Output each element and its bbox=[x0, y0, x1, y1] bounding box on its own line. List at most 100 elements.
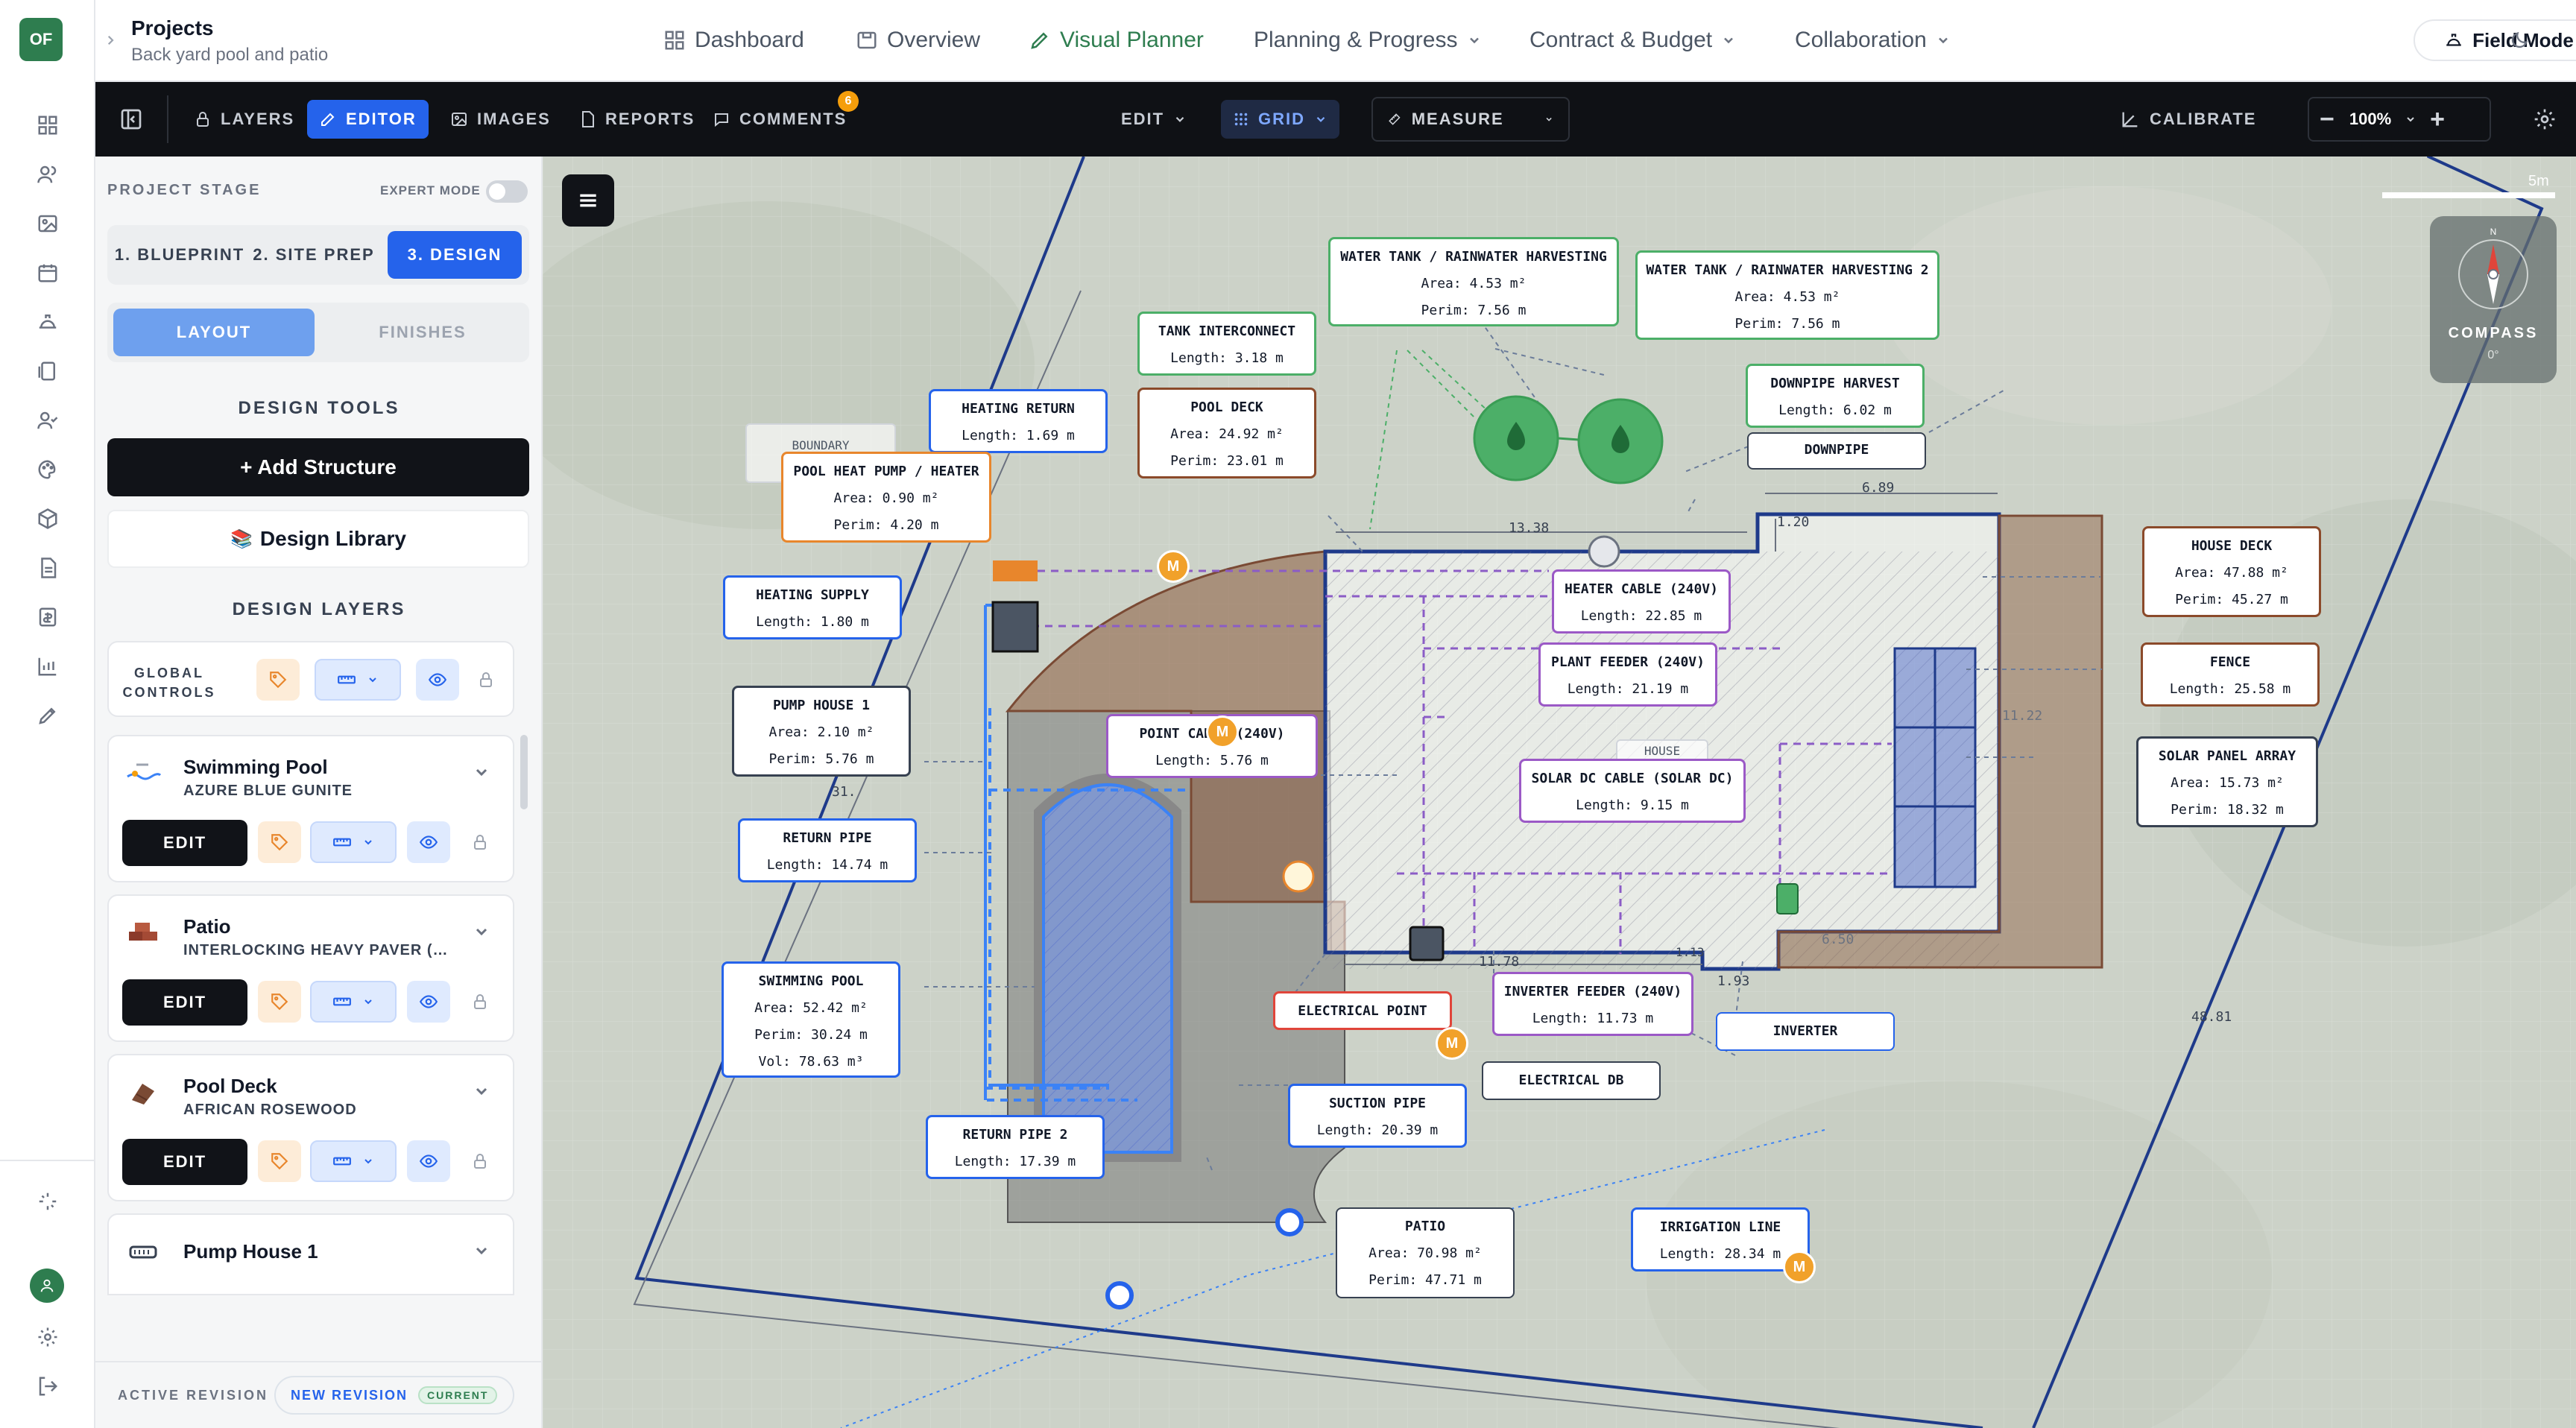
measurement-toggle[interactable] bbox=[310, 1140, 397, 1182]
tag-icon[interactable] bbox=[256, 659, 300, 701]
label-heating-supply[interactable]: HEATING SUPPLY Length: 1.80 m bbox=[723, 575, 902, 639]
invoice-icon[interactable] bbox=[33, 602, 63, 632]
lock-icon[interactable] bbox=[470, 659, 502, 701]
user-check-icon[interactable] bbox=[33, 405, 63, 435]
calendar-icon[interactable] bbox=[33, 258, 63, 288]
label-downpipe[interactable]: DOWNPIPE bbox=[1747, 432, 1926, 470]
label-swimming-pool[interactable]: SWIMMING POOL Area: 52.42 m² Perim: 30.24 … bbox=[722, 961, 900, 1078]
label-inverter[interactable]: INVERTER bbox=[1716, 1012, 1895, 1051]
chevron-down-icon[interactable] bbox=[473, 763, 490, 781]
nav-visual-planner[interactable]: Visual Planner bbox=[1029, 24, 1204, 57]
documents-icon[interactable] bbox=[33, 356, 63, 386]
label-return-pipe[interactable]: RETURN PIPE Length: 14.74 m bbox=[738, 818, 917, 882]
nav-collaboration[interactable]: Collaboration bbox=[1795, 24, 1951, 57]
chevron-down-icon[interactable] bbox=[473, 1242, 490, 1260]
calibrate-button[interactable]: CALIBRATE bbox=[2108, 100, 2268, 139]
layer-card-patio[interactable]: Patio INTERLOCKING HEAVY PAVER (6... EDI… bbox=[107, 894, 514, 1042]
nav-overview[interactable]: Overview bbox=[856, 24, 980, 57]
layer-card-pump-house[interactable]: Pump House 1 bbox=[107, 1213, 514, 1295]
stage-design[interactable]: 3. DESIGN bbox=[388, 231, 522, 279]
compass-widget[interactable]: N COMPASS 0° bbox=[2430, 216, 2557, 383]
avatar[interactable] bbox=[30, 1269, 64, 1303]
tag-icon[interactable] bbox=[258, 821, 301, 863]
chevron-right-icon[interactable] bbox=[95, 25, 125, 55]
measure-tool[interactable]: MEASURE bbox=[1371, 97, 1570, 142]
zoom-in-icon[interactable]: + bbox=[2430, 105, 2446, 134]
label-suction-pipe[interactable]: SUCTION PIPE Length: 20.39 m bbox=[1288, 1084, 1467, 1148]
zoom-level[interactable]: 100% bbox=[2349, 110, 2391, 129]
moon-icon[interactable] bbox=[2504, 25, 2534, 55]
measurement-toggle[interactable] bbox=[310, 821, 397, 863]
label-patio[interactable]: PATIO Area: 70.98 m² Perim: 47.71 m bbox=[1336, 1207, 1515, 1298]
marker-m[interactable]: M bbox=[1783, 1251, 1816, 1283]
design-icon[interactable] bbox=[33, 701, 63, 730]
chevron-down-icon[interactable] bbox=[473, 923, 490, 941]
file-icon[interactable] bbox=[33, 553, 63, 583]
tab-layout[interactable]: LAYOUT bbox=[113, 309, 315, 356]
nav-planning-progress[interactable]: Planning & Progress bbox=[1254, 24, 1482, 57]
measurement-toggle[interactable] bbox=[310, 981, 397, 1023]
tab-finishes[interactable]: FINISHES bbox=[322, 309, 523, 356]
expert-mode-toggle[interactable] bbox=[486, 180, 528, 203]
label-inverter-feeder[interactable]: INVERTER FEEDER (240V) Length: 11.73 m bbox=[1492, 972, 1693, 1036]
edit-menu[interactable]: EDIT bbox=[1109, 100, 1199, 139]
app-logo[interactable]: OF bbox=[19, 18, 63, 61]
zoom-out-icon[interactable]: − bbox=[2320, 105, 2336, 134]
settings-icon[interactable] bbox=[2528, 103, 2561, 136]
layer-card-swimming-pool[interactable]: Swimming Pool AZURE BLUE GUNITE EDIT bbox=[107, 735, 514, 882]
stage-site-prep[interactable]: 2. SITE PREP bbox=[247, 231, 380, 279]
chevron-down-icon[interactable] bbox=[473, 1082, 490, 1100]
lock-icon[interactable] bbox=[464, 981, 496, 1023]
layers-scrollbar[interactable] bbox=[520, 735, 528, 809]
design-library-button[interactable]: 📚 Design Library bbox=[107, 510, 529, 568]
settings-icon[interactable] bbox=[33, 1322, 63, 1352]
edit-button[interactable]: EDIT bbox=[122, 979, 247, 1026]
palette-icon[interactable] bbox=[33, 455, 63, 484]
label-pump-house[interactable]: PUMP HOUSE 1 Area: 2.10 m² Perim: 5.76 m bbox=[732, 686, 911, 777]
box-icon[interactable] bbox=[33, 504, 63, 534]
eye-icon[interactable] bbox=[407, 821, 450, 863]
tab-comments[interactable]: COMMENTS bbox=[701, 100, 859, 139]
label-fence[interactable]: FENCE Length: 25.58 m bbox=[2141, 642, 2320, 707]
label-tank-interconnect[interactable]: TANK INTERCONNECT Length: 3.18 m bbox=[1137, 312, 1316, 376]
eye-icon[interactable] bbox=[416, 659, 459, 701]
nav-dashboard[interactable]: Dashboard bbox=[663, 24, 804, 57]
label-downpipe-harvest[interactable]: DOWNPIPE HARVEST Length: 6.02 m bbox=[1746, 364, 1925, 428]
label-pool-heat-pump[interactable]: POOL HEAT PUMP / HEATER Area: 0.90 m² Peri… bbox=[781, 452, 991, 543]
label-pool-deck[interactable]: POOL DECK Area: 24.92 m² Perim: 23.01 m bbox=[1137, 388, 1316, 478]
tab-reports[interactable]: REPORTS bbox=[566, 100, 707, 139]
chart-icon[interactable] bbox=[33, 651, 63, 681]
eye-icon[interactable] bbox=[407, 981, 450, 1023]
label-water-tank-1[interactable]: WATER TANK / RAINWATER HARVESTING Area: 4… bbox=[1328, 237, 1619, 326]
measurement-toggle[interactable] bbox=[315, 659, 401, 701]
tag-icon[interactable] bbox=[258, 1140, 301, 1182]
lock-icon[interactable] bbox=[464, 821, 496, 863]
layers-menu-button[interactable] bbox=[562, 174, 614, 227]
revision-pill[interactable]: NEW REVISION CURRENT bbox=[274, 1376, 514, 1415]
layer-card-pool-deck[interactable]: Pool Deck AFRICAN ROSEWOOD EDIT bbox=[107, 1054, 514, 1201]
logout-icon[interactable] bbox=[33, 1371, 63, 1401]
marker-m[interactable]: M bbox=[1157, 550, 1190, 583]
tab-editor[interactable]: EDITOR bbox=[307, 100, 429, 139]
tab-layers[interactable]: LAYERS bbox=[182, 100, 306, 139]
edit-button[interactable]: EDIT bbox=[122, 820, 247, 866]
label-electrical-db[interactable]: ELECTRICAL DB bbox=[1482, 1061, 1661, 1100]
edit-button[interactable]: EDIT bbox=[122, 1139, 247, 1185]
tab-images[interactable]: IMAGES bbox=[438, 100, 563, 139]
label-house-deck[interactable]: HOUSE DECK Area: 47.88 m² Perim: 45.27 m bbox=[2142, 526, 2321, 617]
marker-m[interactable]: M bbox=[1436, 1027, 1468, 1060]
label-return-pipe-2[interactable]: RETURN PIPE 2 Length: 17.39 m bbox=[926, 1115, 1105, 1179]
label-heating-return[interactable]: HEATING RETURN Length: 1.69 m bbox=[929, 389, 1108, 453]
stage-blueprint[interactable]: 1. BLUEPRINT bbox=[113, 231, 246, 279]
nav-contract-budget[interactable]: Contract & Budget bbox=[1530, 24, 1736, 57]
tag-icon[interactable] bbox=[258, 981, 301, 1023]
lock-icon[interactable] bbox=[464, 1140, 496, 1182]
dashboard-icon[interactable] bbox=[33, 110, 63, 140]
label-electrical-point[interactable]: ELECTRICAL POINT bbox=[1273, 991, 1452, 1030]
label-solar-panel-array[interactable]: SOLAR PANEL ARRAY Area: 15.73 m² Perim: 18… bbox=[2136, 736, 2318, 827]
add-structure-button[interactable]: + Add Structure bbox=[107, 438, 529, 496]
label-solar-dc-cable[interactable]: SOLAR DC CABLE (SOLAR DC) Length: 9.15 m bbox=[1519, 759, 1746, 823]
helmet-icon[interactable] bbox=[33, 307, 63, 337]
image-icon[interactable] bbox=[33, 209, 63, 238]
marker-m[interactable]: M bbox=[1206, 715, 1239, 748]
